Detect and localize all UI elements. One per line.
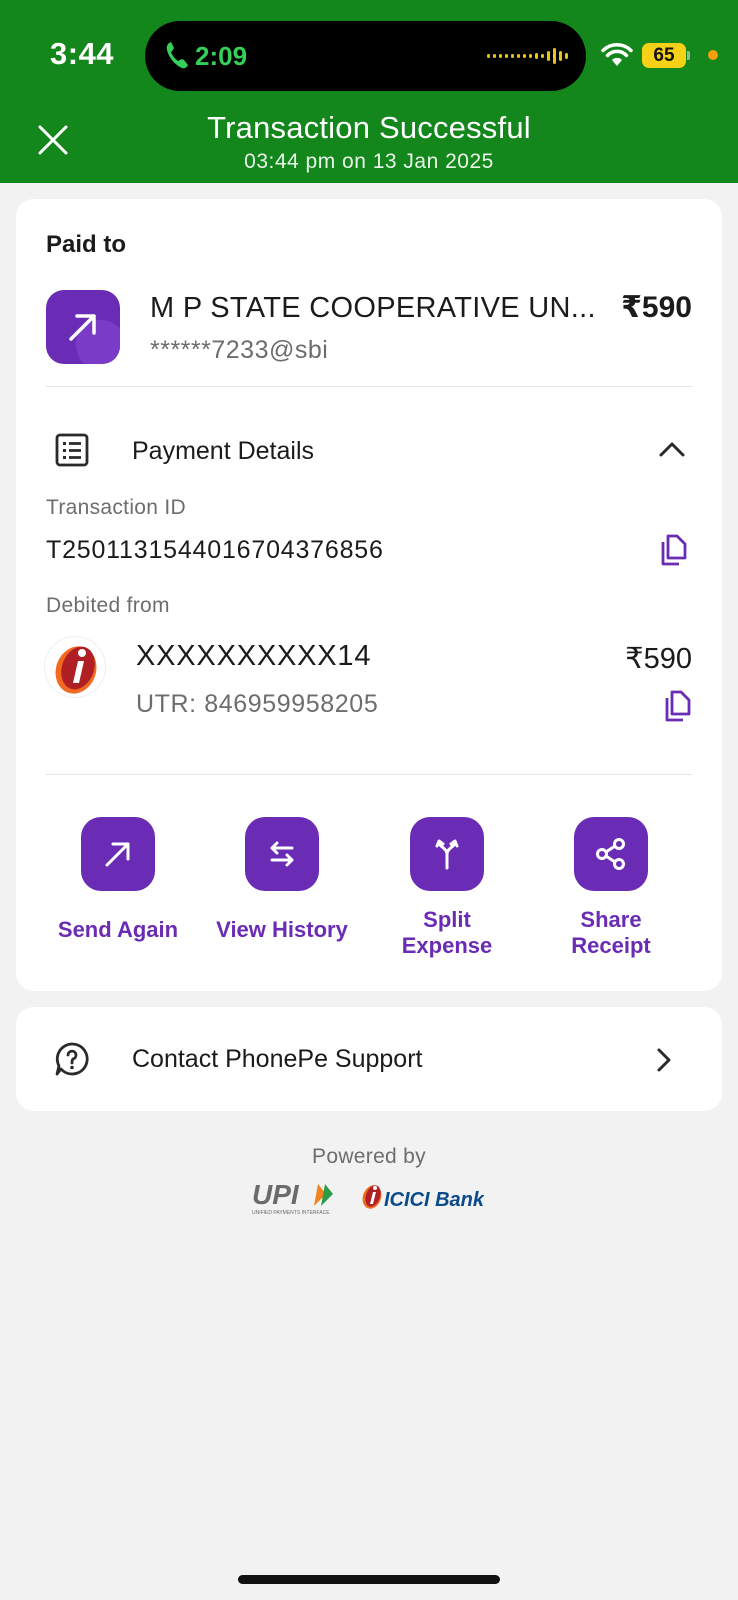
copy-transaction-id-icon[interactable] bbox=[658, 534, 688, 566]
view-history-icon-wrap bbox=[245, 817, 319, 891]
split-expense-icon-wrap bbox=[410, 817, 484, 891]
send-again-label: Send Again bbox=[57, 917, 179, 942]
debit-amount: ₹590 bbox=[625, 643, 692, 675]
action-buttons: Send Again View History Split Expense Sh… bbox=[16, 817, 722, 967]
split-expense-label-line2: Expense bbox=[401, 933, 493, 958]
header: 3:44 2:09 65 Transaction Successful 03:4… bbox=[0, 0, 738, 183]
wifi-icon bbox=[601, 43, 633, 66]
copy-utr-icon[interactable] bbox=[662, 690, 692, 722]
receipt-list-icon bbox=[55, 433, 89, 467]
payee-upi-id: ******7233@sbi bbox=[150, 336, 329, 364]
share-receipt-button[interactable]: Share Receipt bbox=[528, 817, 694, 959]
payment-details-toggle[interactable]: Payment Details bbox=[16, 417, 722, 487]
debit-account-number: XXXXXXXXXX14 bbox=[136, 640, 372, 672]
transaction-id-value: T2501131544016704376856 bbox=[46, 536, 384, 564]
privacy-indicator-dot bbox=[708, 50, 718, 60]
share-receipt-label: Share Receipt bbox=[528, 907, 694, 959]
chevron-right-icon bbox=[657, 1048, 671, 1072]
share-receipt-label-line1: Share bbox=[580, 907, 642, 932]
arrow-up-right-icon bbox=[69, 314, 96, 341]
upi-tagline: UNIFIED PAYMENTS INTERFACE bbox=[252, 1210, 330, 1216]
swap-arrows-icon bbox=[270, 841, 294, 867]
split-expense-label: Split Expense bbox=[364, 907, 530, 959]
phone-icon bbox=[166, 42, 188, 69]
payment-details-label: Payment Details bbox=[132, 437, 315, 465]
status-time: 3:44 bbox=[50, 36, 115, 71]
payee-name: M P STATE COOPERATIVE UN... bbox=[150, 292, 596, 324]
divider bbox=[46, 386, 692, 387]
help-chat-icon bbox=[55, 1042, 89, 1076]
call-timer: 2:09 bbox=[195, 41, 248, 71]
split-expense-label-line1: Split bbox=[423, 907, 471, 932]
paid-amount: ₹590 bbox=[621, 291, 692, 324]
arrow-up-right-icon bbox=[105, 842, 130, 867]
share-receipt-icon-wrap bbox=[574, 817, 648, 891]
icici-bank-footer-logo: ICICI Bank bbox=[362, 1185, 484, 1211]
upi-logo-text: UPI bbox=[252, 1180, 300, 1210]
contact-support-row[interactable]: Contact PhonePe Support bbox=[16, 1007, 722, 1111]
transaction-card: Paid to M P STATE COOPERATIVE UN... ****… bbox=[16, 199, 722, 991]
utr-number: UTR: 846959958205 bbox=[136, 690, 379, 718]
icici-bank-text: ICICI Bank bbox=[384, 1189, 484, 1211]
dynamic-island[interactable]: 2:09 bbox=[145, 21, 586, 91]
payee-avatar bbox=[46, 290, 120, 364]
contact-support-label: Contact PhonePe Support bbox=[132, 1045, 423, 1073]
paid-to-label: Paid to bbox=[46, 231, 127, 258]
view-history-button[interactable]: View History bbox=[199, 817, 365, 943]
share-icon bbox=[596, 838, 625, 870]
battery-level: 65 bbox=[642, 43, 686, 68]
divider bbox=[46, 774, 692, 775]
send-again-icon-wrap bbox=[81, 817, 155, 891]
split-icon bbox=[435, 839, 459, 870]
chevron-up-icon bbox=[659, 442, 685, 457]
upi-logo: UPI UNIFIED PAYMENTS INTERFACE bbox=[252, 1180, 333, 1216]
transaction-timestamp: 03:44 pm on 13 Jan 2025 bbox=[244, 150, 494, 173]
page-title: Transaction Successful bbox=[207, 110, 531, 145]
icici-logo-icon bbox=[55, 646, 97, 694]
battery-indicator: 65 bbox=[642, 43, 690, 68]
icici-bank-logo bbox=[44, 636, 106, 698]
battery-nub bbox=[687, 51, 690, 60]
view-history-label: View History bbox=[216, 917, 348, 942]
split-expense-button[interactable]: Split Expense bbox=[364, 817, 530, 959]
powered-by-label: Powered by bbox=[312, 1145, 426, 1168]
audio-wave-icon bbox=[487, 48, 568, 64]
share-receipt-label-line2: Receipt bbox=[571, 933, 651, 958]
transaction-id-label: Transaction ID bbox=[46, 496, 186, 519]
home-indicator[interactable] bbox=[238, 1575, 500, 1584]
debited-from-label: Debited from bbox=[46, 594, 170, 617]
send-again-button[interactable]: Send Again bbox=[35, 817, 201, 943]
